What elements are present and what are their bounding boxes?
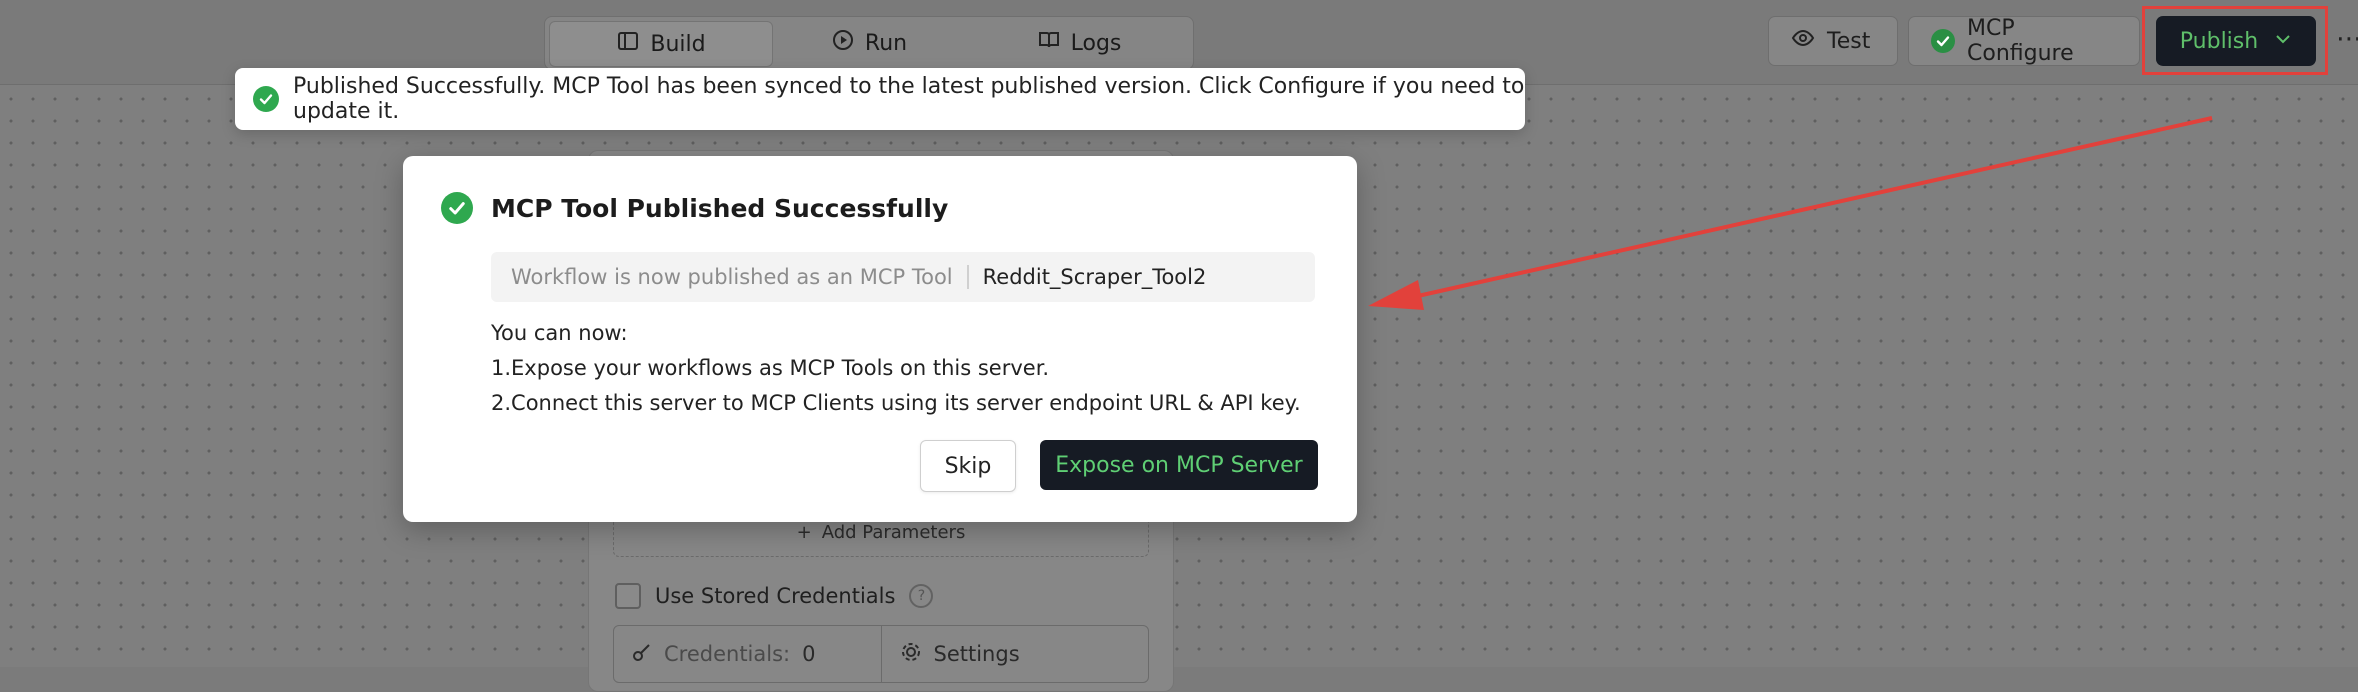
annotation-arrow (1368, 116, 2213, 310)
